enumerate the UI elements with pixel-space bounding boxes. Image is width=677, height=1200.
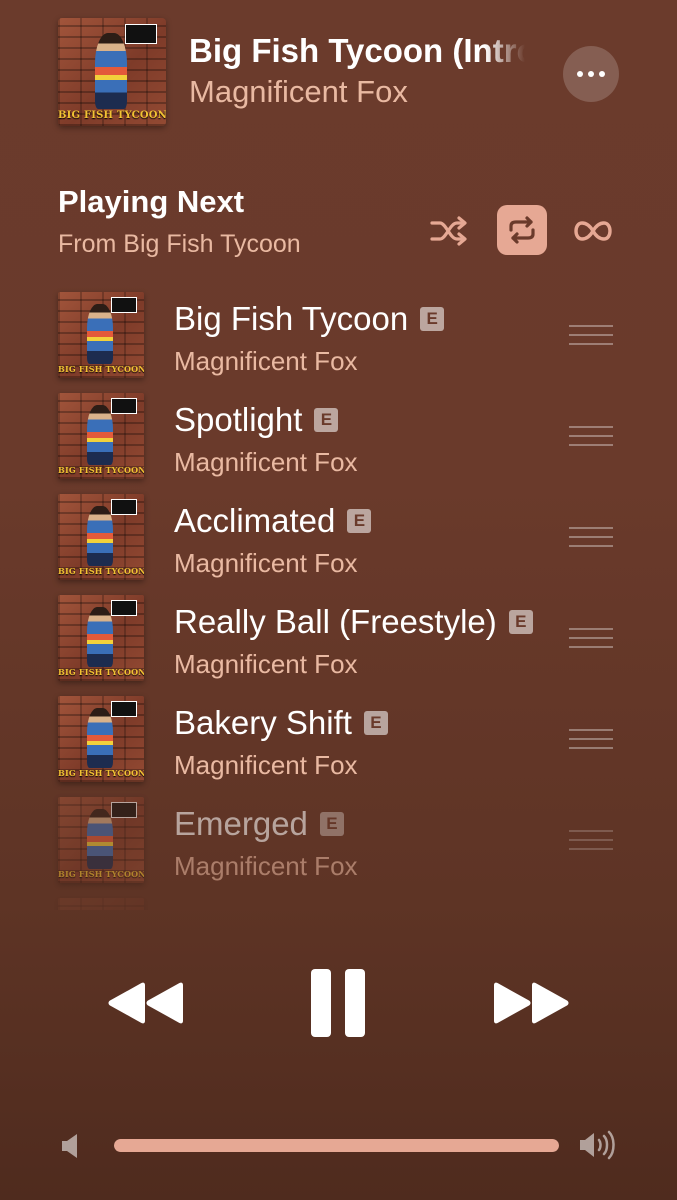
parental-advisory-label bbox=[111, 701, 138, 717]
album-art-figure bbox=[87, 405, 114, 466]
track-title: Emerged E bbox=[174, 805, 344, 843]
queue-list[interactable]: BIG FISH TYCOON Big Fish Tycoon E Magnif… bbox=[0, 285, 677, 910]
more-options-button[interactable] bbox=[563, 46, 619, 102]
album-art-figure bbox=[87, 506, 114, 567]
repeat-button[interactable] bbox=[497, 205, 547, 255]
ellipsis-icon bbox=[588, 71, 594, 77]
shuffle-icon bbox=[430, 216, 467, 246]
track-artist: Magnificent Fox bbox=[174, 750, 358, 780]
track-title: Big Fish Tycoon E bbox=[174, 300, 445, 338]
album-art-caption: BIG FISH TYCOON bbox=[58, 767, 144, 778]
track-title: Acclimated E bbox=[174, 502, 372, 540]
album-art-caption: BIG FISH TYCOON bbox=[58, 868, 144, 879]
fast-forward-button[interactable] bbox=[490, 964, 574, 1042]
album-art-figure bbox=[94, 33, 128, 109]
track-title-text: Bakery Shift bbox=[174, 704, 352, 741]
fast-forward-icon bbox=[494, 982, 569, 1024]
album-art-figure bbox=[87, 809, 114, 870]
parental-advisory-label bbox=[111, 600, 138, 616]
track-artist: Magnificent Fox bbox=[174, 649, 358, 679]
repeat-icon bbox=[509, 216, 535, 244]
parental-advisory-label bbox=[111, 297, 138, 313]
now-playing-album-art[interactable]: BIG FISH TYCOON bbox=[58, 18, 166, 126]
track-album-art bbox=[58, 898, 144, 910]
parental-advisory-label bbox=[111, 398, 138, 414]
parental-advisory-label bbox=[111, 802, 138, 818]
album-art-caption: BIG FISH TYCOON bbox=[58, 109, 166, 121]
autoplay-button[interactable] bbox=[568, 206, 618, 256]
reorder-handle-icon[interactable] bbox=[569, 830, 613, 852]
explicit-badge: E bbox=[508, 610, 533, 634]
album-art-caption: BIG FISH TYCOON bbox=[58, 464, 144, 475]
track-artist: Magnificent Fox bbox=[174, 447, 358, 477]
explicit-badge: E bbox=[319, 812, 344, 836]
track-album-art: BIG FISH TYCOON bbox=[58, 696, 144, 782]
album-art-caption: BIG FISH TYCOON bbox=[58, 363, 144, 374]
explicit-badge: E bbox=[347, 509, 372, 533]
track-title-text: Acclimated bbox=[174, 502, 336, 539]
track-artist: Magnificent Fox bbox=[174, 851, 358, 881]
track-artist: Magnificent Fox bbox=[174, 548, 358, 578]
explicit-badge: E bbox=[363, 711, 388, 735]
infinity-icon bbox=[574, 221, 612, 241]
ellipsis-icon bbox=[599, 71, 605, 77]
track-artist: Magnificent Fox bbox=[174, 346, 358, 376]
now-playing-title[interactable]: Big Fish Tycoon (Intro) bbox=[189, 32, 525, 70]
queue-row[interactable]: BIG FISH TYCOON Emerged E Magnificent Fo… bbox=[0, 790, 677, 891]
track-title-text: Emerged bbox=[174, 805, 308, 842]
track-album-art: BIG FISH TYCOON bbox=[58, 494, 144, 580]
volume-slider[interactable] bbox=[114, 1139, 559, 1152]
track-title: Bakery Shift E bbox=[174, 704, 388, 742]
parental-advisory-label bbox=[111, 499, 138, 515]
queue-row[interactable]: BIG FISH TYCOON Spotlight E Magnificent … bbox=[0, 386, 677, 487]
volume-level-fill bbox=[114, 1139, 559, 1152]
track-album-art: BIG FISH TYCOON bbox=[58, 292, 144, 378]
album-art-caption: BIG FISH TYCOON bbox=[58, 666, 144, 677]
track-title-text: Really Ball (Freestyle) bbox=[174, 603, 497, 640]
queue-row[interactable]: BIG FISH TYCOON Bakery Shift E Magnifice… bbox=[0, 689, 677, 790]
queue-row[interactable]: BIG FISH TYCOON Big Fish Tycoon E Magnif… bbox=[0, 285, 677, 386]
track-title-text: Big Fish Tycoon bbox=[174, 300, 409, 337]
track-album-art: BIG FISH TYCOON bbox=[58, 797, 144, 883]
shuffle-button[interactable] bbox=[424, 206, 474, 256]
ellipsis-icon bbox=[577, 71, 583, 77]
pause-icon bbox=[311, 969, 365, 1037]
queue-row[interactable]: BIG FISH TYCOON Acclimated E Magnificent… bbox=[0, 487, 677, 588]
queue-row-partial bbox=[0, 891, 677, 910]
pause-button[interactable] bbox=[305, 964, 371, 1042]
album-art-caption: BIG FISH TYCOON bbox=[58, 565, 144, 576]
now-playing-artist[interactable]: Magnificent Fox bbox=[189, 74, 408, 110]
reorder-handle-icon[interactable] bbox=[569, 729, 613, 751]
speaker-low-icon bbox=[60, 1131, 82, 1161]
album-art-figure bbox=[87, 708, 114, 769]
reorder-handle-icon[interactable] bbox=[569, 426, 613, 448]
track-title-text: Spotlight bbox=[174, 401, 303, 438]
track-album-art: BIG FISH TYCOON bbox=[58, 595, 144, 681]
rewind-button[interactable] bbox=[103, 964, 187, 1042]
explicit-badge: E bbox=[314, 408, 339, 432]
reorder-handle-icon[interactable] bbox=[569, 325, 613, 347]
queue-source-label: From Big Fish Tycoon bbox=[58, 230, 301, 258]
rewind-icon bbox=[108, 982, 183, 1024]
reorder-handle-icon[interactable] bbox=[569, 527, 613, 549]
queue-row[interactable]: BIG FISH TYCOON Really Ball (Freestyle) … bbox=[0, 588, 677, 689]
parental-advisory-label bbox=[125, 24, 158, 44]
playing-next-heading: Playing Next bbox=[58, 184, 245, 219]
speaker-high-icon bbox=[578, 1128, 618, 1162]
reorder-handle-icon[interactable] bbox=[569, 628, 613, 650]
explicit-badge: E bbox=[420, 307, 445, 331]
track-title: Really Ball (Freestyle) E bbox=[174, 603, 533, 641]
album-art-figure bbox=[87, 607, 114, 668]
track-title: Spotlight E bbox=[174, 401, 339, 439]
album-art-figure bbox=[87, 304, 114, 365]
track-album-art: BIG FISH TYCOON bbox=[58, 393, 144, 479]
